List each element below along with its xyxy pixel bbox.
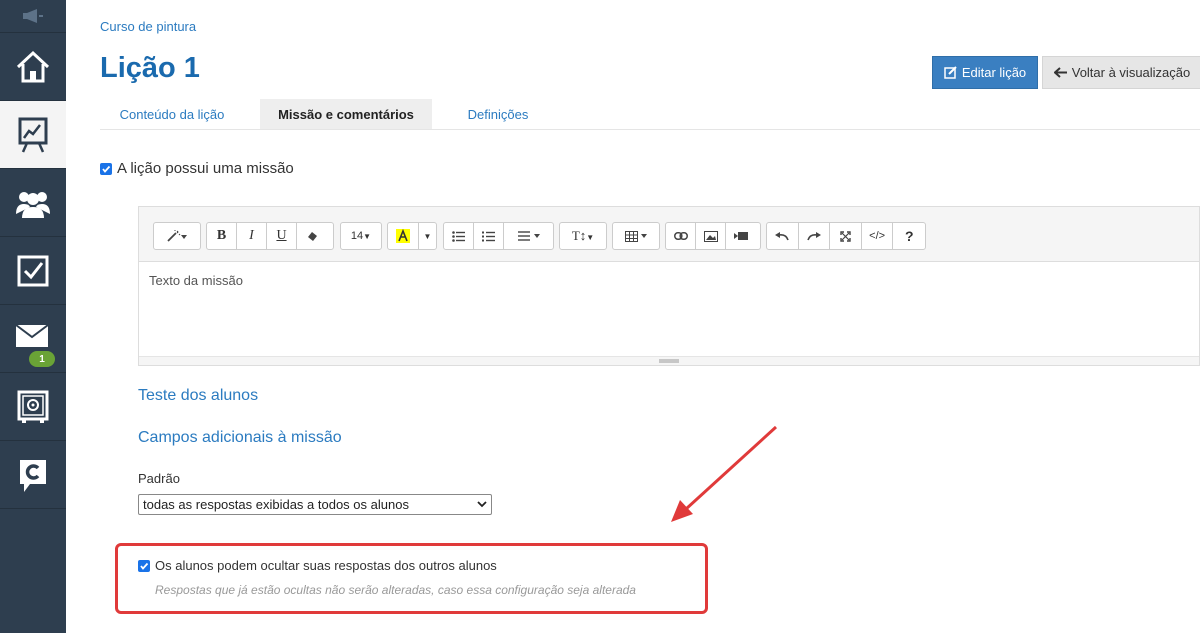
code-icon: </> (869, 230, 886, 242)
sidebar-item-courses[interactable] (0, 101, 66, 169)
hide-answers-hint: Respostas que já estão ocultas não serão… (155, 583, 636, 597)
bullet-list-icon (452, 230, 465, 242)
sidebar-collapse-toggle[interactable] (0, 0, 66, 33)
text-height-icon: T↕▼ (571, 228, 595, 243)
sidebar: 1 (0, 0, 66, 633)
edit-icon (944, 66, 957, 79)
arrow-left-icon (1053, 67, 1067, 78)
grip-icon (659, 359, 679, 362)
sidebar-item-users[interactable] (0, 169, 66, 237)
tab-lesson-content[interactable]: Conteúdo da lição (100, 99, 244, 129)
eraser-icon (307, 231, 317, 241)
magic-wand-icon (167, 230, 187, 242)
bold-button[interactable]: B (207, 223, 237, 249)
expand-icon (840, 230, 851, 242)
home-icon (16, 50, 50, 82)
align-dropdown-button[interactable] (504, 223, 553, 249)
style-group (153, 222, 201, 250)
editor-resize-handle[interactable] (139, 356, 1199, 365)
safe-icon (17, 390, 49, 423)
mission-text-placeholder[interactable]: Texto da missão (149, 273, 243, 288)
back-to-view-label: Voltar à visualização (1071, 65, 1191, 80)
image-button[interactable] (696, 223, 726, 249)
main-content: Curso de pintura Lição 1 Editar lição Vo… (66, 0, 1200, 633)
table-icon (625, 230, 647, 242)
table-group (612, 222, 660, 250)
edit-lesson-label: Editar lição (961, 65, 1027, 80)
chart-board-icon (18, 117, 48, 153)
redo-icon (807, 231, 821, 240)
default-label: Padrão (138, 471, 180, 486)
undo-button[interactable] (767, 223, 799, 249)
sidebar-item-home[interactable] (0, 33, 66, 101)
mission-text-editor: B I U 14 ▼ ▼ T↕▼ </> ? Texto da missão (138, 206, 1200, 366)
italic-button[interactable]: I (237, 223, 267, 249)
editor-toolbar: B I U 14 ▼ ▼ T↕▼ </> ? (139, 207, 1199, 262)
unread-badge: 1 (29, 351, 55, 367)
paragraph-group (443, 222, 554, 250)
breadcrumb[interactable]: Curso de pintura (100, 19, 196, 34)
student-tests-link[interactable]: Teste dos alunos (138, 387, 258, 405)
highlight-box (115, 543, 708, 614)
undo-icon (775, 231, 790, 240)
mail-icon (15, 323, 49, 347)
sidebar-item-brand[interactable] (0, 441, 66, 509)
edit-lesson-button[interactable]: Editar lição (932, 56, 1038, 89)
unordered-list-button[interactable] (444, 223, 474, 249)
text-color-button[interactable] (388, 223, 419, 249)
font-size-dropdown[interactable]: 14 ▼ (341, 223, 381, 249)
tab-bar: Conteúdo da lição Missão e comentários D… (100, 99, 1200, 130)
color-dropdown-button[interactable]: ▼ (419, 223, 436, 249)
highlight-a-icon (396, 229, 410, 243)
default-visibility-value: todas as respostas exibidas a todos os a… (143, 497, 409, 512)
font-style-group: B I U (206, 222, 334, 250)
page-title: Lição 1 (100, 52, 200, 84)
eraser-button[interactable] (297, 223, 327, 249)
color-group: ▼ (387, 222, 437, 250)
image-icon (703, 230, 718, 242)
mission-checkbox-row: A lição possui uma missão (100, 160, 294, 177)
numbered-list-icon (482, 231, 495, 241)
link-button[interactable] (666, 223, 696, 249)
line-height-button[interactable]: T↕▼ (560, 223, 606, 249)
checkbox-icon (17, 255, 49, 286)
video-button[interactable] (726, 223, 756, 249)
font-size-group: 14 ▼ (340, 222, 382, 250)
underline-button[interactable]: U (267, 223, 297, 249)
additional-fields-link[interactable]: Campos adicionais à missão (138, 429, 342, 447)
redo-button[interactable] (799, 223, 831, 249)
hide-answers-checkbox[interactable] (138, 559, 150, 572)
misc-group: </> ? (766, 222, 926, 250)
table-button[interactable] (613, 223, 659, 249)
hide-answers-row: Os alunos podem ocultar suas respostas d… (138, 558, 497, 573)
fullscreen-button[interactable] (830, 223, 862, 249)
line-height-group: T↕▼ (559, 222, 607, 250)
link-icon (673, 232, 688, 240)
sidebar-item-messages[interactable]: 1 (0, 305, 66, 373)
magic-style-button[interactable] (154, 223, 200, 249)
sidebar-item-tasks[interactable] (0, 237, 66, 305)
code-view-button[interactable]: </> (862, 223, 894, 249)
back-to-view-button[interactable]: Voltar à visualização (1042, 56, 1200, 89)
question-icon: ? (904, 228, 914, 244)
video-icon (734, 232, 748, 240)
ordered-list-button[interactable] (474, 223, 504, 249)
font-size-value: 14 (350, 230, 364, 242)
c-logo-icon (20, 459, 46, 492)
tab-settings[interactable]: Definições (446, 99, 550, 129)
megaphone-icon (23, 9, 43, 23)
hide-answers-label: Os alunos podem ocultar suas respostas d… (155, 558, 497, 573)
users-icon (16, 191, 50, 218)
chevron-down-icon (477, 501, 487, 508)
insert-group (665, 222, 761, 250)
help-button[interactable]: ? (893, 223, 925, 249)
mission-checkbox-label: A lição possui uma missão (117, 160, 294, 177)
tab-mission-comments[interactable]: Missão e comentários (260, 99, 432, 129)
align-icon (517, 231, 540, 241)
sidebar-item-safe[interactable] (0, 373, 66, 441)
mission-checkbox[interactable] (100, 162, 112, 175)
default-visibility-select[interactable]: todas as respostas exibidas a todos os a… (138, 494, 492, 515)
